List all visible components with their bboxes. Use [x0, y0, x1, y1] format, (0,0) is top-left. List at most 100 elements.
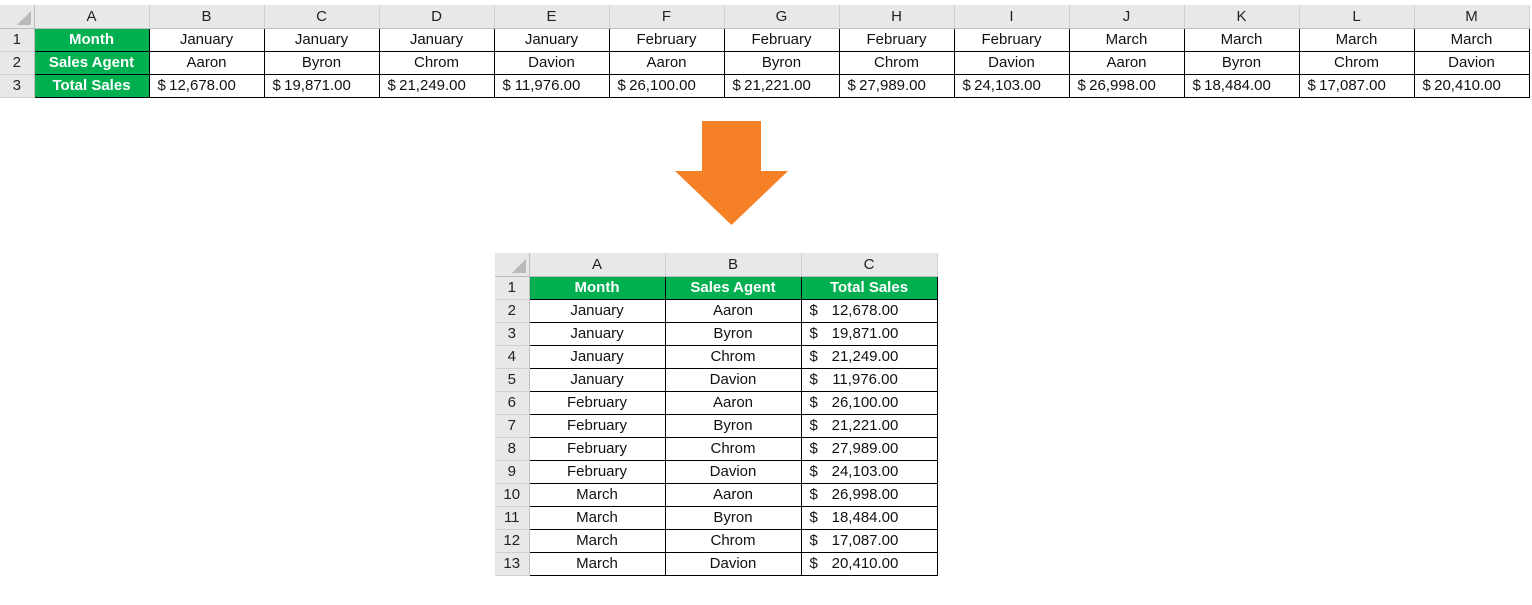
sales-cell[interactable]: $17,087.00 [1298, 73, 1415, 98]
agent-cell[interactable]: Chrom [664, 344, 802, 369]
month-cell[interactable]: March [528, 505, 666, 530]
month-header-cell[interactable]: Month [528, 275, 666, 300]
sales-cell[interactable]: $19,871.00 [800, 321, 938, 346]
agent-cell[interactable]: Aaron [664, 390, 802, 415]
agent-cell[interactable]: Byron [263, 50, 380, 75]
agent-cell[interactable]: Davion [1413, 50, 1530, 75]
sales-cell[interactable]: $26,100.00 [608, 73, 725, 98]
month-cell[interactable]: January [528, 321, 666, 346]
sales-cell[interactable]: $26,998.00 [1068, 73, 1185, 98]
column-header-k[interactable]: K [1184, 5, 1300, 29]
agent-cell[interactable]: Aaron [1068, 50, 1185, 75]
row-header[interactable]: 11 [495, 506, 530, 530]
agent-cell[interactable]: Chrom [1298, 50, 1415, 75]
agent-cell[interactable]: Byron [723, 50, 840, 75]
agent-cell[interactable]: Chrom [664, 528, 802, 553]
column-header-h[interactable]: H [839, 5, 955, 29]
sales-cell[interactable]: $21,221.00 [800, 413, 938, 438]
month-cell[interactable]: January [528, 367, 666, 392]
agent-cell[interactable]: Byron [1183, 50, 1300, 75]
row-header[interactable]: 12 [495, 529, 530, 553]
column-header-l[interactable]: L [1299, 5, 1415, 29]
row-header-1[interactable]: 1 [0, 28, 35, 52]
sales-cell[interactable]: $24,103.00 [953, 73, 1070, 98]
column-header-c[interactable]: C [264, 5, 380, 29]
sales-cell[interactable]: $17,087.00 [800, 528, 938, 553]
agent-cell[interactable]: Aaron [608, 50, 725, 75]
column-header-i[interactable]: I [954, 5, 1070, 29]
column-header-b[interactable]: B [665, 253, 802, 277]
sales-cell[interactable]: $21,249.00 [800, 344, 938, 369]
month-cell[interactable]: February [528, 436, 666, 461]
agent-cell[interactable]: Davion [664, 551, 802, 576]
row-header[interactable]: 9 [495, 460, 530, 484]
row-header[interactable]: 8 [495, 437, 530, 461]
month-cell[interactable]: March [1068, 27, 1185, 52]
month-cell[interactable]: March [528, 528, 666, 553]
column-header-j[interactable]: J [1069, 5, 1185, 29]
sales-cell[interactable]: $19,871.00 [263, 73, 380, 98]
month-cell[interactable]: March [528, 551, 666, 576]
month-cell[interactable]: February [528, 413, 666, 438]
month-cell[interactable]: February [953, 27, 1070, 52]
row-header-3[interactable]: 3 [0, 74, 35, 98]
month-label-cell[interactable]: Month [33, 27, 150, 52]
agent-cell[interactable]: Davion [664, 367, 802, 392]
month-cell[interactable]: January [528, 298, 666, 323]
sales-cell[interactable]: $26,998.00 [800, 482, 938, 507]
agent-cell[interactable]: Aaron [664, 298, 802, 323]
column-header-e[interactable]: E [494, 5, 610, 29]
month-cell[interactable]: February [608, 27, 725, 52]
sales-cell[interactable]: $21,221.00 [723, 73, 840, 98]
sales-cell[interactable]: $20,410.00 [800, 551, 938, 576]
month-cell[interactable]: March [1183, 27, 1300, 52]
row-header[interactable]: 7 [495, 414, 530, 438]
sales-cell[interactable]: $12,678.00 [148, 73, 265, 98]
column-header-a[interactable]: A [34, 5, 150, 29]
month-cell[interactable]: February [723, 27, 840, 52]
sales-cell[interactable]: $27,989.00 [800, 436, 938, 461]
column-header-m[interactable]: M [1414, 5, 1530, 29]
row-header-1[interactable]: 1 [495, 276, 530, 300]
select-all-corner[interactable] [0, 5, 35, 29]
agent-cell[interactable]: Byron [664, 413, 802, 438]
agent-cell[interactable]: Davion [493, 50, 610, 75]
month-cell[interactable]: January [528, 344, 666, 369]
sales-cell[interactable]: $27,989.00 [838, 73, 955, 98]
column-header-a[interactable]: A [529, 253, 666, 277]
total-sales-label-cell[interactable]: Total Sales [33, 73, 150, 98]
sales-cell[interactable]: $20,410.00 [1413, 73, 1530, 98]
sales-cell[interactable]: $26,100.00 [800, 390, 938, 415]
month-cell[interactable]: January [263, 27, 380, 52]
agent-cell[interactable]: Davion [664, 459, 802, 484]
agent-cell[interactable]: Aaron [664, 482, 802, 507]
column-header-f[interactable]: F [609, 5, 725, 29]
sales-agent-header-cell[interactable]: Sales Agent [664, 275, 802, 300]
row-header-2[interactable]: 2 [0, 51, 35, 75]
row-header[interactable]: 4 [495, 345, 530, 369]
month-cell[interactable]: January [493, 27, 610, 52]
row-header[interactable]: 13 [495, 552, 530, 576]
sales-cell[interactable]: $18,484.00 [800, 505, 938, 530]
agent-cell[interactable]: Chrom [838, 50, 955, 75]
column-header-b[interactable]: B [149, 5, 265, 29]
agent-cell[interactable]: Davion [953, 50, 1070, 75]
row-header[interactable]: 3 [495, 322, 530, 346]
month-cell[interactable]: February [528, 390, 666, 415]
agent-cell[interactable]: Aaron [148, 50, 265, 75]
total-sales-header-cell[interactable]: Total Sales [800, 275, 938, 300]
month-cell[interactable]: February [838, 27, 955, 52]
sales-cell[interactable]: $11,976.00 [800, 367, 938, 392]
select-all-corner[interactable] [495, 253, 530, 277]
sales-cell[interactable]: $24,103.00 [800, 459, 938, 484]
month-cell[interactable]: January [148, 27, 265, 52]
sales-cell[interactable]: $21,249.00 [378, 73, 495, 98]
sales-cell[interactable]: $12,678.00 [800, 298, 938, 323]
month-cell[interactable]: February [528, 459, 666, 484]
agent-cell[interactable]: Byron [664, 321, 802, 346]
row-header[interactable]: 2 [495, 299, 530, 323]
row-header[interactable]: 10 [495, 483, 530, 507]
sales-agent-label-cell[interactable]: Sales Agent [33, 50, 150, 75]
agent-cell[interactable]: Byron [664, 505, 802, 530]
month-cell[interactable]: March [1298, 27, 1415, 52]
